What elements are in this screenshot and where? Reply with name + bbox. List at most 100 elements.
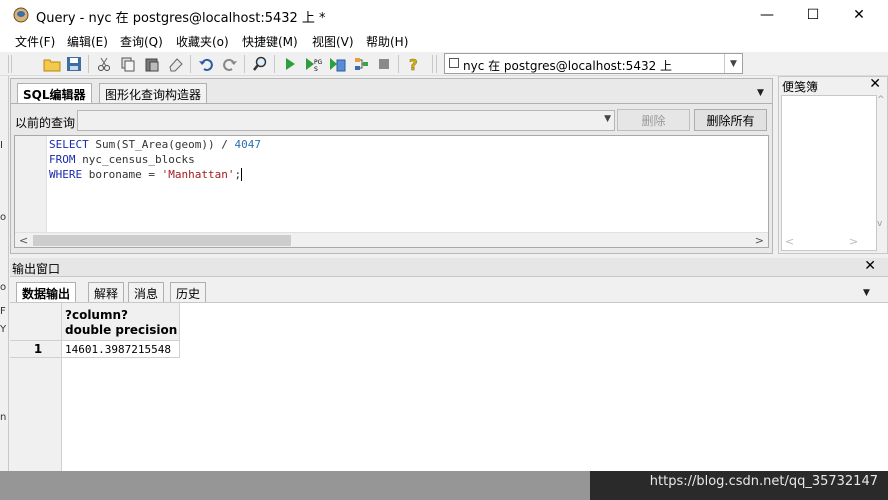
delete-all-button[interactable]: 删除所有 xyxy=(694,109,767,131)
window-title: Query - nyc 在 postgres@localhost:5432 上 … xyxy=(36,11,326,26)
tab-data-output[interactable]: 数据输出 xyxy=(16,282,77,302)
maximize-button[interactable]: ☐ xyxy=(790,0,836,30)
toolbar-grip xyxy=(8,55,9,73)
tab-history[interactable]: 历史 xyxy=(170,282,207,302)
execute-pgscript-icon[interactable]: PG S xyxy=(304,54,324,74)
code-text: boroname = xyxy=(82,168,162,181)
line-number-gutter xyxy=(15,136,47,232)
toolbar-separator xyxy=(88,55,89,73)
string-literal: 'Manhattan' xyxy=(161,168,235,181)
tab-graphical-query-builder[interactable]: 图形化查询构造器 xyxy=(99,83,208,103)
tab-sql-editor[interactable]: SQL编辑器 xyxy=(17,83,92,103)
menu-query[interactable]: 查询(Q) xyxy=(120,33,163,50)
menu-view[interactable]: 视图(V) xyxy=(312,33,354,50)
delete-button[interactable]: 删除 xyxy=(617,109,690,131)
explain-icon[interactable] xyxy=(352,54,372,74)
svg-text:?: ? xyxy=(409,56,418,72)
app-elephant-icon xyxy=(13,7,29,23)
status-bar xyxy=(0,471,590,500)
edge-fragment: I xyxy=(0,140,3,151)
tab-divider xyxy=(11,103,772,104)
paste-icon[interactable] xyxy=(142,54,162,74)
connection-checkbox[interactable] xyxy=(449,58,459,68)
title-bar: Query - nyc 在 postgres@localhost:5432 上 … xyxy=(0,0,888,30)
row-header[interactable]: 1 xyxy=(10,341,62,358)
scratch-pad-panel: 便笺簿 ✕ ^ v < > xyxy=(778,76,888,254)
edge-fragment: Y xyxy=(0,324,7,335)
tab-list-chevron-icon[interactable]: ▼ xyxy=(757,88,764,98)
svg-text:S: S xyxy=(314,66,318,72)
scroll-right-icon[interactable]: > xyxy=(755,234,764,247)
scroll-up-icon[interactable]: ^ xyxy=(877,95,885,105)
scroll-left-icon[interactable]: < xyxy=(785,235,794,248)
help-icon[interactable]: ? xyxy=(404,54,424,74)
keyword: WHERE xyxy=(49,168,83,181)
copy-icon[interactable] xyxy=(118,54,138,74)
code-text: nyc_census_blocks xyxy=(75,153,195,166)
table-cell[interactable]: 14601.3987215548 xyxy=(62,341,180,358)
object-browser-edge: I o o F Y n xyxy=(0,76,9,471)
execute-icon[interactable] xyxy=(280,54,300,74)
svg-text:PG: PG xyxy=(314,59,323,66)
close-button[interactable]: ✕ xyxy=(836,0,882,30)
connection-select[interactable]: nyc 在 postgres@localhost:5432 上 ▼ xyxy=(444,53,743,74)
scroll-left-icon[interactable]: < xyxy=(19,234,28,247)
toolbar-grip xyxy=(436,55,437,73)
tab-explain[interactable]: 解释 xyxy=(88,282,125,302)
toolbar-separator xyxy=(244,55,245,73)
connection-label: nyc 在 postgres@localhost:5432 上 xyxy=(463,59,673,73)
menu-help[interactable]: 帮助(H) xyxy=(366,33,408,50)
stop-icon[interactable] xyxy=(374,54,394,74)
save-icon[interactable] xyxy=(64,54,84,74)
edge-fragment: o xyxy=(0,282,7,293)
toolbar-grip xyxy=(11,55,12,73)
scratch-pad-text[interactable] xyxy=(781,95,877,251)
chevron-down-icon[interactable]: ▼ xyxy=(604,114,611,124)
menu-file[interactable]: 文件(F) xyxy=(15,33,55,50)
edge-fragment: o xyxy=(0,212,7,223)
sql-editor[interactable]: SELECT Sum(ST_Area(geom)) / 4047 FROM ny… xyxy=(14,135,769,248)
previous-queries-label: 以前的查询 xyxy=(15,116,76,130)
menu-favourites[interactable]: 收藏夹(o) xyxy=(176,33,229,50)
output-pane: 输出窗口 ✕ 数据输出 解释 消息 历史 ▼ ?column? double p… xyxy=(10,258,888,472)
scroll-right-icon[interactable]: > xyxy=(849,235,858,248)
vertical-scrollbar[interactable]: ^ v xyxy=(877,95,887,251)
cut-icon[interactable] xyxy=(94,54,114,74)
grid-corner[interactable] xyxy=(10,303,62,341)
toolbar-separator xyxy=(398,55,399,73)
column-name: ?column? xyxy=(65,308,128,322)
previous-queries-combo[interactable]: ▼ xyxy=(77,110,615,131)
text-cursor: ​ xyxy=(241,168,243,181)
chevron-down-icon[interactable]: ▼ xyxy=(724,54,742,73)
menu-edit[interactable]: 编辑(E) xyxy=(67,33,108,50)
redo-icon[interactable] xyxy=(220,54,240,74)
open-icon[interactable] xyxy=(42,54,62,74)
horizontal-scrollbar[interactable]: < > xyxy=(15,232,768,247)
column-type: double precision xyxy=(65,323,178,337)
code-line-2: FROM nyc_census_blocks xyxy=(49,153,195,166)
toolbar-separator xyxy=(190,55,191,73)
close-icon[interactable]: ✕ xyxy=(864,258,876,274)
column-header[interactable]: ?column? double precision xyxy=(62,303,180,341)
data-grid[interactable]: ?column? double precision 1 14601.398721… xyxy=(10,302,888,472)
toolbar-separator xyxy=(274,55,275,73)
toolbar-separator xyxy=(432,55,433,73)
find-icon[interactable] xyxy=(250,54,270,74)
scrollbar-thumb[interactable] xyxy=(33,235,291,246)
scratch-pad-title: 便笺簿 xyxy=(782,80,819,94)
undo-icon[interactable] xyxy=(196,54,216,74)
code-text: Sum(ST_Area(geom)) / xyxy=(88,138,235,151)
keyword: FROM xyxy=(49,153,76,166)
menu-macros[interactable]: 快捷键(M) xyxy=(242,33,298,50)
scroll-down-icon[interactable]: v xyxy=(877,219,882,229)
menu-bar: 文件(F) 编辑(E) 查询(Q) 收藏夹(o) 快捷键(M) 视图(V) 帮助… xyxy=(0,30,888,52)
watermark: https://blog.csdn.net/qq_35732147 xyxy=(649,474,878,489)
close-icon[interactable]: ✕ xyxy=(869,76,881,92)
execute-to-file-icon[interactable] xyxy=(328,54,348,74)
output-pane-title: 输出窗口 xyxy=(12,262,61,276)
tab-list-chevron-icon[interactable]: ▼ xyxy=(863,288,870,298)
tab-messages[interactable]: 消息 xyxy=(128,282,165,302)
clear-icon[interactable] xyxy=(166,54,186,74)
minimize-button[interactable]: — xyxy=(744,0,790,30)
code-line-1: SELECT Sum(ST_Area(geom)) / 4047 xyxy=(49,138,261,151)
